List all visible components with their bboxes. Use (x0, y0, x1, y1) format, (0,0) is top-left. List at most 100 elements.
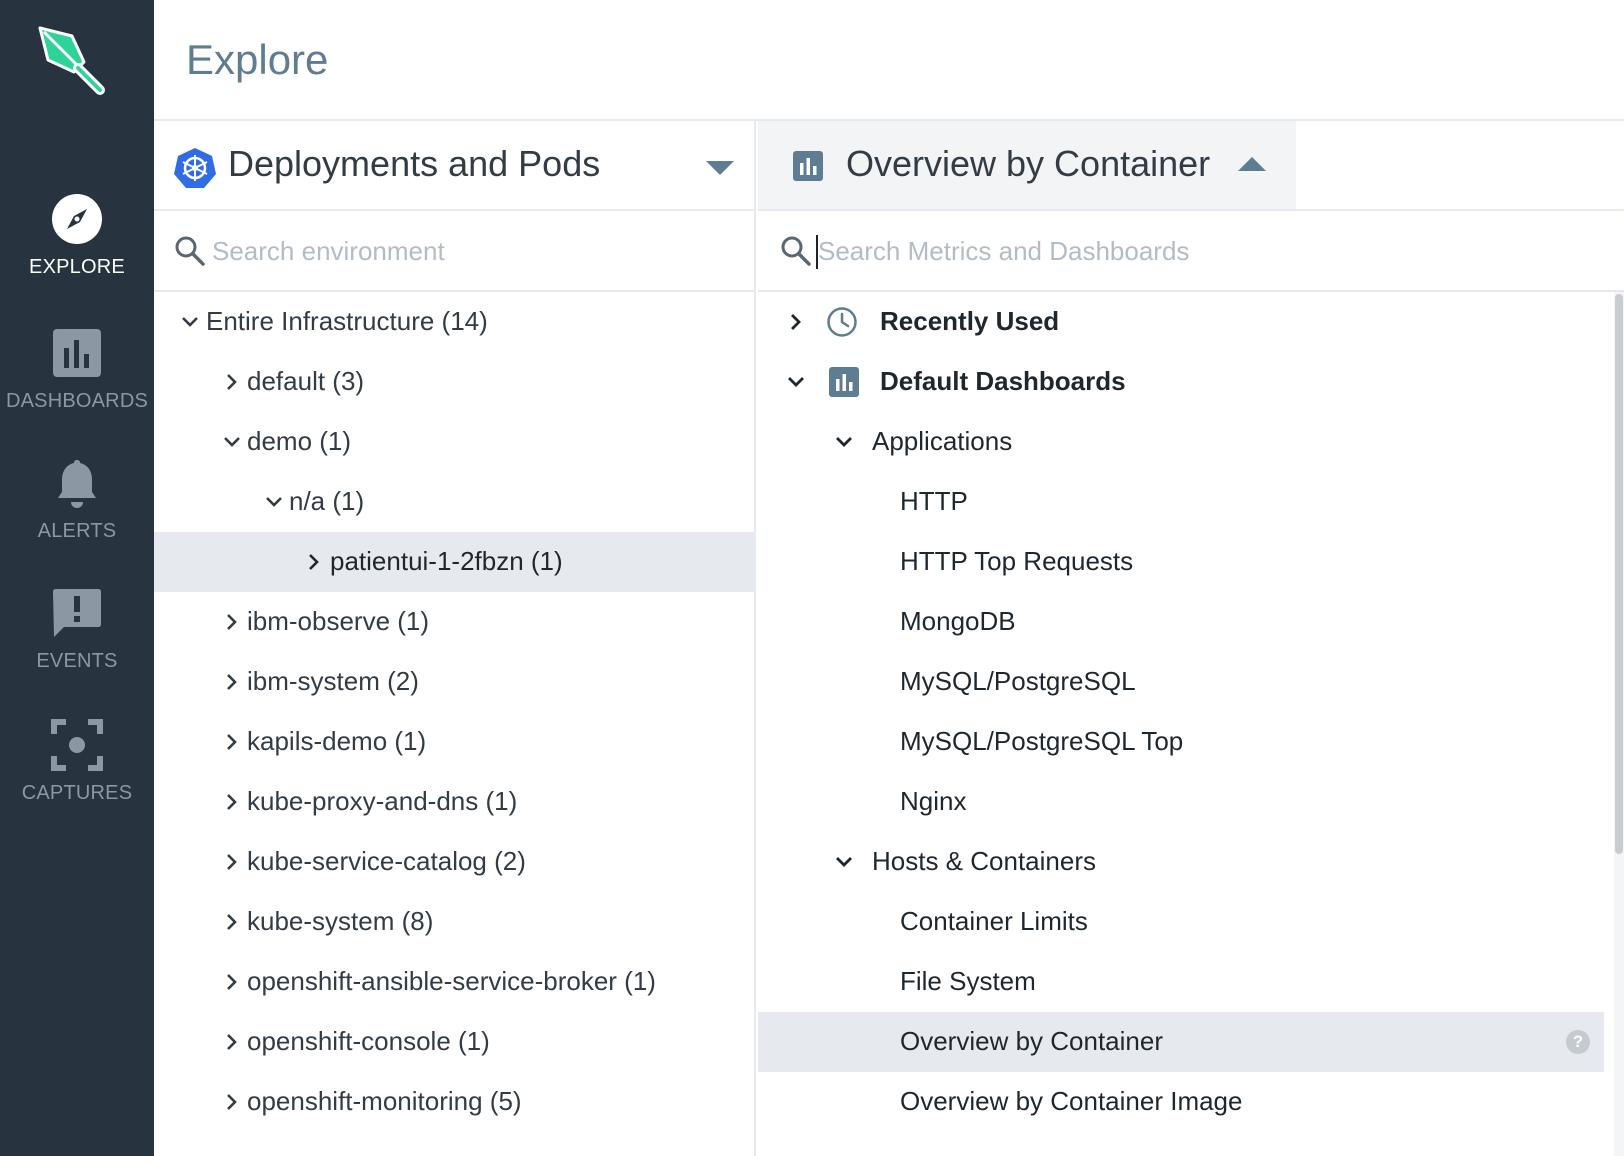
tree-item[interactable]: openshift-monitoring (5) (154, 1072, 754, 1132)
scope-selector[interactable]: Deployments and Pods (154, 121, 756, 211)
dashboard-item-label: MySQL/PostgreSQL Top (900, 726, 1184, 756)
metrics-search (758, 211, 1624, 292)
tree-item-selected[interactable]: patientui-1-2fbzn (1) (154, 532, 754, 592)
chevron-right-icon[interactable] (222, 1092, 242, 1112)
dashboard-title: Overview by Container (846, 143, 1211, 184)
dashboard-item-label: Nginx (900, 786, 967, 816)
dashboard-item[interactable]: MongoDB (758, 592, 1604, 652)
dashboard-item[interactable]: HTTP (758, 472, 1604, 532)
nav-events-label: EVENTS (36, 650, 118, 672)
capture-target-icon (51, 719, 103, 771)
tree-item-label: demo (1) (247, 426, 352, 456)
tree-item[interactable]: openshift-ansible-service-broker (1) (154, 952, 754, 1012)
chevron-right-icon[interactable] (222, 732, 242, 752)
tree-item[interactable]: kube-service-catalog (2) (154, 832, 754, 892)
tree-item-label: patientui-1-2fbzn (1) (330, 546, 563, 576)
tree-item[interactable]: kube-proxy-and-dns (1) (154, 772, 754, 832)
nav-explore[interactable]: EXPLORE (0, 192, 154, 279)
tree-item[interactable]: demo (1) (154, 412, 754, 472)
dashboard-item-label: MongoDB (900, 606, 1016, 636)
tree-item-label: kube-service-catalog (2) (247, 846, 526, 876)
section-recently-used[interactable]: Recently Used (758, 292, 1604, 352)
dashboard-selector[interactable]: Overview by Container (758, 121, 1296, 211)
chevron-right-icon[interactable] (222, 972, 242, 992)
dashboard-item[interactable]: MySQL/PostgreSQL (758, 652, 1604, 712)
nav-dashboards[interactable]: DASHBOARDS (0, 326, 154, 413)
bar-chart-icon (793, 151, 823, 181)
caret-down-icon[interactable] (706, 161, 734, 175)
chevron-right-icon[interactable] (304, 552, 324, 572)
chevron-right-icon[interactable] (222, 372, 242, 392)
dashboard-item-selected[interactable]: Overview by Container ? (758, 1012, 1604, 1072)
dashboard-item[interactable]: File System (758, 952, 1604, 1012)
tree-item[interactable]: kapils-demo (1) (154, 712, 754, 772)
tree-item-label: n/a (1) (289, 486, 365, 516)
dashboard-tree: Recently Used Default Dashboards Applica… (758, 292, 1604, 1132)
group-hosts-containers[interactable]: Hosts & Containers (758, 832, 1604, 892)
chevron-down-icon[interactable] (834, 432, 854, 452)
page-header: Explore (154, 0, 1624, 121)
tree-item[interactable]: openshift-console (1) (154, 1012, 754, 1072)
kubernetes-icon (174, 148, 216, 188)
environment-search-input[interactable] (212, 229, 732, 273)
help-icon[interactable]: ? (1566, 1030, 1590, 1054)
chevron-down-icon[interactable] (264, 492, 284, 512)
nav-events[interactable]: EVENTS (0, 586, 154, 673)
scrollbar[interactable] (1614, 292, 1624, 1156)
chevron-down-icon[interactable] (786, 372, 806, 392)
dashboards-pane: Overview by Container Recently Used (758, 121, 1624, 1156)
chevron-right-icon[interactable] (222, 672, 242, 692)
dashboard-item-label: HTTP Top Requests (900, 546, 1134, 576)
exclamation-bubble-icon (53, 589, 101, 637)
dashboard-item[interactable]: HTTP Top Requests (758, 532, 1604, 592)
nav-explore-label: EXPLORE (29, 256, 125, 278)
section-label: Recently Used (880, 306, 1060, 336)
scope-pane: Deployments and Pods Entire Infrastructu… (154, 121, 756, 1156)
section-default-dashboards[interactable]: Default Dashboards (758, 352, 1604, 412)
shovel-logo-icon[interactable] (34, 22, 116, 102)
bell-icon (58, 460, 96, 508)
tree-item-label: kube-proxy-and-dns (1) (247, 786, 518, 816)
chevron-right-icon[interactable] (222, 852, 242, 872)
group-applications[interactable]: Applications (758, 412, 1604, 472)
tree-item-label: openshift-ansible-service-broker (1) (247, 966, 656, 996)
dashboard-item[interactable]: Container Limits (758, 892, 1604, 952)
metrics-search-input[interactable] (818, 229, 1578, 273)
nav-alerts[interactable]: ALERTS (0, 456, 154, 543)
tree-item[interactable]: kube-system (8) (154, 892, 754, 952)
chevron-down-icon[interactable] (222, 432, 242, 452)
tree-item[interactable]: ibm-observe (1) (154, 592, 754, 652)
environment-tree: Entire Infrastructure (14) default (3) d… (154, 292, 754, 1132)
environment-search (154, 211, 756, 292)
tree-item[interactable]: Entire Infrastructure (14) (154, 292, 754, 352)
group-label: Hosts & Containers (872, 846, 1096, 876)
nav-dashboards-label: DASHBOARDS (5, 390, 149, 412)
dashboard-item-label: Overview by Container (900, 1026, 1163, 1056)
chevron-right-icon[interactable] (222, 612, 242, 632)
chevron-right-icon[interactable] (222, 912, 242, 932)
scrollbar-thumb[interactable] (1615, 294, 1623, 854)
dashboard-item-label: MySQL/PostgreSQL (900, 666, 1136, 696)
dashboard-item[interactable]: Overview by Container Image (758, 1072, 1604, 1132)
left-nav: EXPLORE DASHBOARDS ALERTS EVENTS CAPTURE… (0, 0, 154, 1156)
tree-item[interactable]: ibm-system (2) (154, 652, 754, 712)
bar-chart-icon (53, 329, 101, 377)
nav-captures[interactable]: CAPTURES (0, 718, 154, 805)
search-icon (781, 236, 811, 266)
tree-item-label: ibm-system (2) (247, 666, 419, 696)
chevron-right-icon[interactable] (222, 1032, 242, 1052)
chevron-right-icon[interactable] (786, 312, 806, 332)
chevron-down-icon[interactable] (834, 852, 854, 872)
search-icon (175, 236, 205, 266)
dashboard-item[interactable]: MySQL/PostgreSQL Top (758, 712, 1604, 772)
section-label: Default Dashboards (880, 366, 1126, 396)
chevron-down-icon[interactable] (180, 312, 200, 332)
tree-item-label: kube-system (8) (247, 906, 434, 936)
tree-item-label: kapils-demo (1) (247, 726, 427, 756)
chevron-right-icon[interactable] (222, 792, 242, 812)
tree-item[interactable]: default (3) (154, 352, 754, 412)
tree-item[interactable]: n/a (1) (154, 472, 754, 532)
dashboard-item-label: HTTP (900, 486, 968, 516)
dashboard-item[interactable]: Nginx (758, 772, 1604, 832)
caret-up-icon[interactable] (1238, 157, 1266, 171)
